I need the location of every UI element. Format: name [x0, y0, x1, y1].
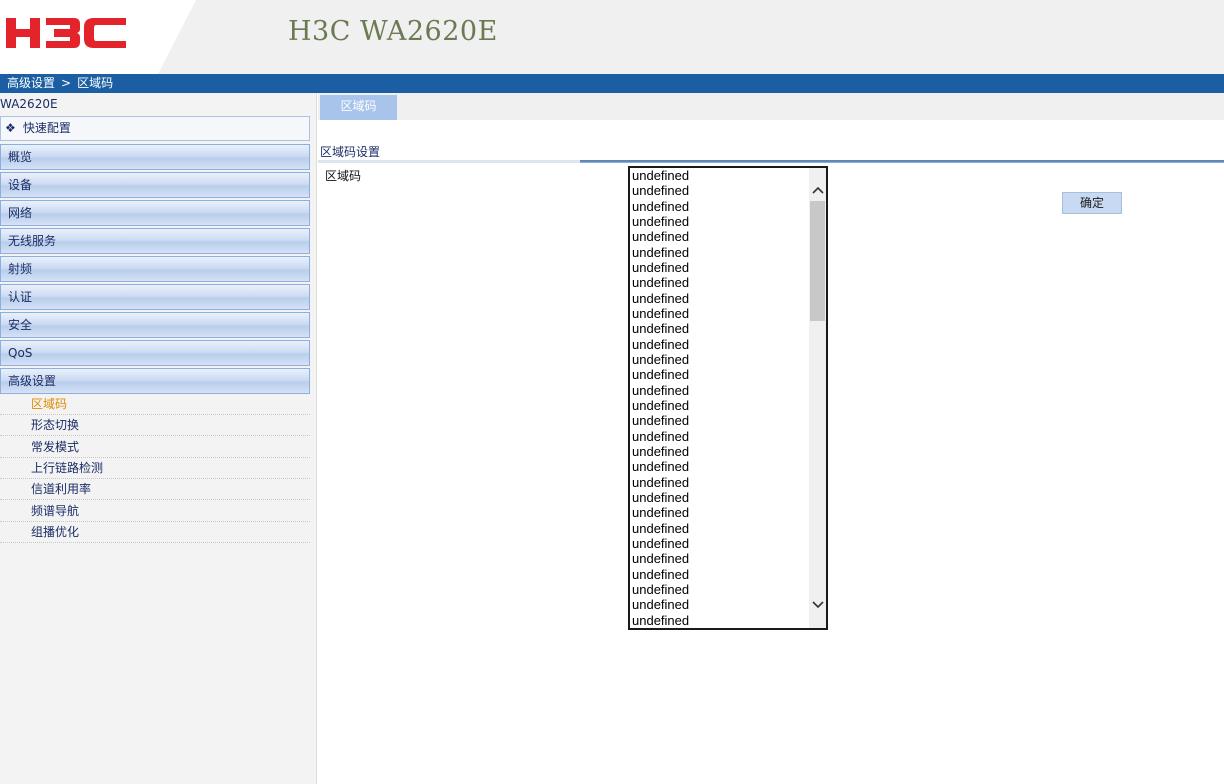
- sidebar-item-security[interactable]: 安全: [0, 312, 310, 338]
- submenu-item-continuous-mode[interactable]: 常发模式: [0, 437, 310, 458]
- listbox-option[interactable]: undefined: [632, 536, 810, 551]
- submenu-item-label: 信道利用率: [31, 482, 92, 496]
- section-divider: [318, 160, 580, 163]
- listbox-option[interactable]: undefined: [632, 229, 810, 244]
- sidebar-item-wireless-service[interactable]: 无线服务: [0, 228, 310, 254]
- listbox-option[interactable]: undefined: [632, 183, 810, 198]
- breadcrumb-current: 区域码: [77, 76, 114, 90]
- sidebar-item-radio[interactable]: 射频: [0, 256, 310, 282]
- listbox-option[interactable]: undefined: [632, 321, 810, 336]
- chevron-down-icon[interactable]: [809, 595, 826, 615]
- listbox-options: undefined undefined undefined undefined unde…: [632, 168, 810, 628]
- sidebar-item-label: 设备: [8, 178, 33, 192]
- submenu-item-label: 频谱导航: [31, 504, 80, 518]
- listbox-option[interactable]: undefined: [632, 521, 810, 536]
- sidebar-item-label: QoS: [8, 346, 33, 360]
- region-code-listbox[interactable]: undefined undefined undefined undefined unde…: [628, 166, 828, 630]
- chevron-up-icon[interactable]: [809, 180, 826, 200]
- submenu-item-label: 形态切换: [31, 418, 80, 432]
- listbox-option[interactable]: undefined: [632, 260, 810, 275]
- listbox-option[interactable]: undefined: [632, 352, 810, 367]
- breadcrumb-separator: >: [61, 76, 72, 90]
- listbox-option[interactable]: undefined: [632, 567, 810, 582]
- sidebar-item-authentication[interactable]: 认证: [0, 284, 310, 310]
- listbox-option[interactable]: undefined: [632, 444, 810, 459]
- submenu-item-uplink-detection[interactable]: 上行链路检测: [0, 458, 310, 479]
- submenu-item-label: 常发模式: [31, 440, 80, 454]
- sidebar: WA2620E ❖ 快速配置 概览 设备 网络 无线服务 射频 认证 安全 Qo…: [0, 93, 317, 784]
- listbox-option[interactable]: undefined: [632, 582, 810, 597]
- sidebar-item-label: 高级设置: [8, 374, 57, 388]
- diamond-icon: ❖: [5, 121, 16, 135]
- sidebar-item-quick-config[interactable]: ❖ 快速配置: [0, 116, 310, 141]
- listbox-option[interactable]: undefined: [632, 245, 810, 260]
- sidebar-item-label: 射频: [8, 262, 33, 276]
- listbox-option[interactable]: undefined: [632, 490, 810, 505]
- submenu-item-form-switch[interactable]: 形态切换: [0, 415, 310, 436]
- sidebar-item-label: 无线服务: [8, 234, 57, 248]
- sidebar-item-advanced-settings[interactable]: 高级设置: [0, 368, 310, 394]
- listbox-option[interactable]: undefined: [632, 168, 810, 183]
- sidebar-item-device[interactable]: 设备: [0, 172, 310, 198]
- listbox-option[interactable]: undefined: [632, 199, 810, 214]
- listbox-option[interactable]: undefined: [632, 383, 810, 398]
- device-name: WA2620E: [0, 97, 58, 111]
- submenu-item-channel-utilization[interactable]: 信道利用率: [0, 479, 310, 500]
- sidebar-item-label: 安全: [8, 318, 33, 332]
- sidebar-item-label: 概览: [8, 150, 33, 164]
- sidebar-item-overview[interactable]: 概览: [0, 144, 310, 170]
- submenu-item-label: 区域码: [31, 397, 68, 411]
- listbox-option[interactable]: undefined: [632, 597, 810, 612]
- listbox-option[interactable]: undefined: [632, 306, 810, 321]
- sidebar-item-label: 快速配置: [22, 121, 71, 135]
- sidebar-item-label: 认证: [8, 290, 33, 304]
- listbox-option[interactable]: undefined: [632, 613, 810, 628]
- submenu-item-region-code[interactable]: 区域码: [0, 394, 310, 415]
- breadcrumb-parent[interactable]: 高级设置: [7, 76, 55, 90]
- breadcrumb: 高级设置 > 区域码: [0, 74, 1224, 93]
- section-title: 区域码设置: [320, 145, 381, 159]
- listbox-option[interactable]: undefined: [632, 551, 810, 566]
- listbox-option[interactable]: undefined: [632, 214, 810, 229]
- main-content: 区域码 区域码设置 区域码 undefined undefined undefine…: [318, 93, 1224, 784]
- listbox-option[interactable]: undefined: [632, 398, 810, 413]
- header: H3C WA2620E: [0, 0, 1224, 74]
- logo-area: [0, 0, 196, 74]
- scrollbar-thumb[interactable]: [810, 201, 825, 321]
- submenu-item-label: 上行链路检测: [31, 461, 104, 475]
- tab-bar: 区域码: [318, 93, 1224, 120]
- listbox-option[interactable]: undefined: [632, 413, 810, 428]
- section-divider-accent: [580, 160, 1224, 163]
- listbox-option[interactable]: undefined: [632, 459, 810, 474]
- ok-button[interactable]: 确定: [1062, 192, 1122, 214]
- sidebar-item-label: 网络: [8, 206, 33, 220]
- listbox-scrollbar[interactable]: [809, 168, 826, 628]
- submenu-item-band-navigation[interactable]: 频谱导航: [0, 501, 310, 522]
- region-code-label: 区域码: [325, 169, 362, 183]
- product-title: H3C WA2620E: [288, 16, 498, 47]
- submenu-item-multicast-optimization[interactable]: 组播优化: [0, 522, 310, 543]
- sidebar-item-qos[interactable]: QoS: [0, 340, 310, 366]
- listbox-option[interactable]: undefined: [632, 367, 810, 382]
- submenu-item-label: 组播优化: [31, 525, 80, 539]
- listbox-option[interactable]: undefined: [632, 337, 810, 352]
- listbox-option[interactable]: undefined: [632, 275, 810, 290]
- listbox-option[interactable]: undefined: [632, 475, 810, 490]
- listbox-option[interactable]: undefined: [632, 429, 810, 444]
- sidebar-item-network[interactable]: 网络: [0, 200, 310, 226]
- tab-region-code[interactable]: 区域码: [320, 95, 397, 120]
- listbox-option[interactable]: undefined: [632, 505, 810, 520]
- listbox-option[interactable]: undefined: [632, 291, 810, 306]
- h3c-logo: [6, 18, 126, 48]
